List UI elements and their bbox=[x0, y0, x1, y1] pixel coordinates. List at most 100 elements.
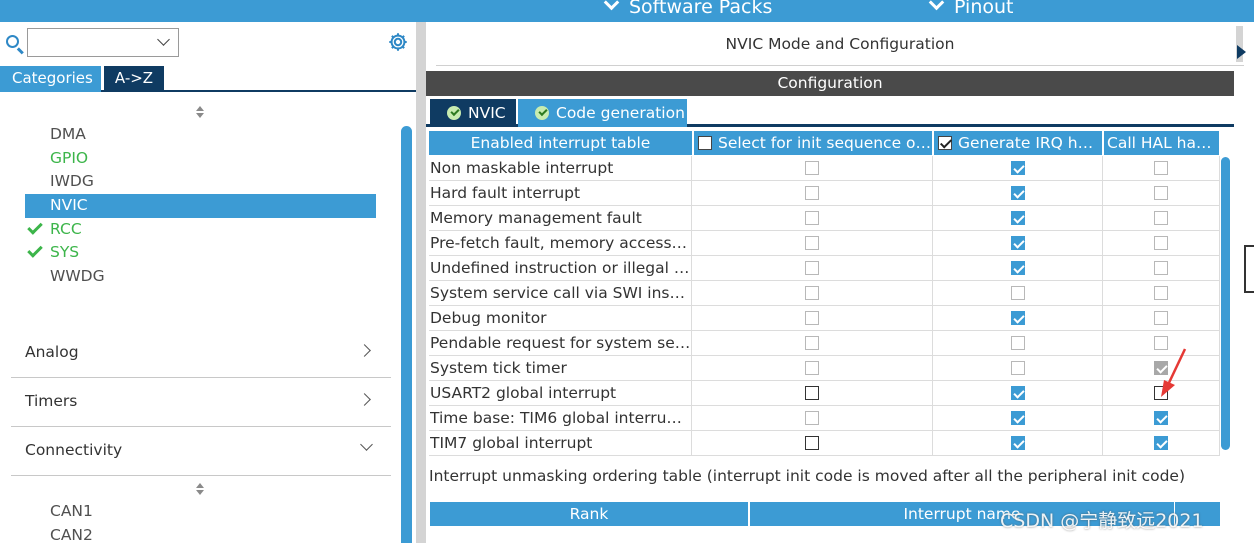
interrupt-name: TIM7 global interrupt bbox=[430, 431, 692, 456]
init-seq-checkbox bbox=[805, 186, 819, 200]
gen-irq-checkbox[interactable] bbox=[1011, 386, 1025, 400]
tab-code-generation[interactable]: Code generation bbox=[518, 99, 687, 127]
section-connectivity[interactable]: Connectivity bbox=[11, 427, 391, 476]
call-hal-checkbox[interactable] bbox=[1154, 411, 1168, 425]
table-row[interactable]: Pre-fetch fault, memory access fault bbox=[429, 231, 1220, 256]
sidebar-item-label: SYS bbox=[50, 243, 80, 262]
gen-irq-cell bbox=[933, 381, 1103, 406]
call-hal-cell bbox=[1103, 231, 1220, 256]
sort-icon[interactable] bbox=[195, 106, 205, 120]
arrow-right-icon[interactable] bbox=[1237, 45, 1246, 59]
column-header-label: Generate IRQ han... bbox=[958, 134, 1102, 152]
table-row[interactable]: Pendable request for system servi... bbox=[429, 331, 1220, 356]
table-row[interactable]: USART2 global interrupt bbox=[429, 381, 1220, 406]
init-seq-cell bbox=[693, 156, 933, 181]
table-row[interactable]: Memory management fault bbox=[429, 206, 1220, 231]
column-header-call-hal[interactable]: Call HAL han... bbox=[1104, 131, 1219, 155]
interrupt-name: Memory management fault bbox=[430, 206, 692, 231]
gear-icon[interactable] bbox=[387, 31, 409, 53]
left-scrollbar[interactable] bbox=[401, 126, 412, 543]
gen-irq-checkbox[interactable] bbox=[1011, 236, 1025, 250]
gen-irq-checkbox[interactable] bbox=[1011, 186, 1025, 200]
sidebar-item-can1[interactable]: CAN1 bbox=[50, 500, 93, 524]
gen-irq-cell bbox=[933, 306, 1103, 331]
section-analog[interactable]: Analog bbox=[11, 329, 391, 378]
gen-irq-checkbox[interactable] bbox=[1011, 261, 1025, 275]
sidebar-item-iwdg[interactable]: IWDG bbox=[25, 170, 376, 194]
init-seq-cell bbox=[693, 181, 933, 206]
call-hal-checkbox[interactable] bbox=[1154, 436, 1168, 450]
tab-label: Code generation bbox=[556, 104, 685, 122]
call-hal-cell bbox=[1103, 181, 1220, 206]
gen-irq-cell bbox=[933, 356, 1103, 381]
section-label: Timers bbox=[25, 392, 78, 410]
sidebar-item-label: WWDG bbox=[50, 267, 105, 286]
gen-irq-checkbox bbox=[1011, 336, 1025, 350]
sidebar-item-sys[interactable]: SYS bbox=[25, 241, 376, 265]
interrupt-name: Debug monitor bbox=[430, 306, 692, 331]
mode-title: NVIC Mode and Configuration bbox=[436, 22, 1244, 66]
annotation-arrow-icon bbox=[1161, 348, 1187, 397]
search-combo[interactable] bbox=[27, 28, 179, 57]
table-row[interactable]: TIM7 global interrupt bbox=[429, 431, 1220, 456]
table-row[interactable]: Hard fault interrupt bbox=[429, 181, 1220, 206]
table-row[interactable]: System tick timer bbox=[429, 356, 1220, 381]
interrupt-name: System tick timer bbox=[430, 356, 692, 381]
init-seq-checkbox bbox=[805, 236, 819, 250]
init-seq-checkbox[interactable] bbox=[805, 436, 819, 450]
sidebar-item-can2[interactable]: CAN2 bbox=[50, 524, 93, 543]
column-header-name[interactable]: Enabled interrupt table bbox=[429, 131, 692, 155]
checkmark-icon bbox=[27, 242, 43, 259]
column-header-gen-irq[interactable]: Generate IRQ han... bbox=[934, 131, 1102, 155]
call-hal-checkbox bbox=[1154, 286, 1168, 300]
chevron-down-icon[interactable] bbox=[157, 33, 170, 46]
table-row[interactable]: Non maskable interrupt bbox=[429, 156, 1220, 181]
tab-a-to-z[interactable]: A->Z bbox=[104, 66, 164, 92]
gen-irq-cell bbox=[933, 206, 1103, 231]
pinout-menu[interactable]: Pinout bbox=[928, 0, 1014, 18]
tab-nvic[interactable]: NVIC bbox=[430, 99, 516, 127]
sidebar-item-gpio[interactable]: GPIO bbox=[25, 147, 376, 171]
left-panel: Categories A->Z DMA GPIO IWDG NVIC RCC S… bbox=[0, 22, 416, 543]
software-packs-menu[interactable]: Software Packs bbox=[603, 0, 772, 18]
init-seq-checkbox bbox=[805, 211, 819, 225]
header-checkbox[interactable] bbox=[698, 136, 712, 150]
init-seq-cell bbox=[693, 381, 933, 406]
sidebar-item-rcc[interactable]: RCC bbox=[25, 218, 376, 242]
header-checkbox[interactable] bbox=[938, 136, 952, 150]
connectivity-list: CAN1 CAN2 bbox=[50, 500, 93, 543]
table-scrollbar[interactable] bbox=[1221, 157, 1230, 450]
init-seq-checkbox[interactable] bbox=[805, 386, 819, 400]
sidebar-item-wwdg[interactable]: WWDG bbox=[25, 265, 376, 289]
chevron-right-icon bbox=[358, 393, 371, 406]
gen-irq-cell bbox=[933, 156, 1103, 181]
table-row[interactable]: Debug monitor bbox=[429, 306, 1220, 331]
interrupt-name: Non maskable interrupt bbox=[430, 156, 692, 181]
gen-irq-checkbox[interactable] bbox=[1011, 211, 1025, 225]
table-row[interactable]: Time base: TIM6 global interrupt, ... bbox=[429, 406, 1220, 431]
search-icon[interactable] bbox=[6, 35, 19, 48]
sort-icon[interactable] bbox=[195, 483, 205, 497]
tab-categories[interactable]: Categories bbox=[0, 66, 101, 92]
ok-check-icon bbox=[535, 106, 549, 120]
gen-irq-checkbox[interactable] bbox=[1011, 411, 1025, 425]
table-row[interactable]: Undefined instruction or illegal state bbox=[429, 256, 1220, 281]
init-seq-cell bbox=[693, 231, 933, 256]
category-tabs: Categories A->Z bbox=[0, 66, 416, 92]
sidebar-item-dma[interactable]: DMA bbox=[25, 123, 376, 147]
ok-check-icon bbox=[447, 106, 461, 120]
column-header-init-seq[interactable]: Select for init sequence ord... bbox=[694, 131, 932, 155]
section-timers[interactable]: Timers bbox=[11, 378, 391, 427]
call-hal-cell bbox=[1103, 206, 1220, 231]
pinout-label: Pinout bbox=[954, 0, 1014, 18]
splitter-handle[interactable] bbox=[1244, 245, 1254, 293]
init-seq-cell bbox=[693, 306, 933, 331]
gen-irq-checkbox[interactable] bbox=[1011, 161, 1025, 175]
sidebar-item-nvic[interactable]: NVIC bbox=[25, 194, 376, 218]
gen-irq-checkbox[interactable] bbox=[1011, 311, 1025, 325]
column-header-rank[interactable]: Rank bbox=[430, 502, 748, 526]
init-seq-cell bbox=[693, 431, 933, 456]
table-row[interactable]: System service call via SWI instru... bbox=[429, 281, 1220, 306]
system-core-list: DMA GPIO IWDG NVIC RCC SYS WWDG bbox=[25, 123, 376, 289]
gen-irq-checkbox[interactable] bbox=[1011, 436, 1025, 450]
